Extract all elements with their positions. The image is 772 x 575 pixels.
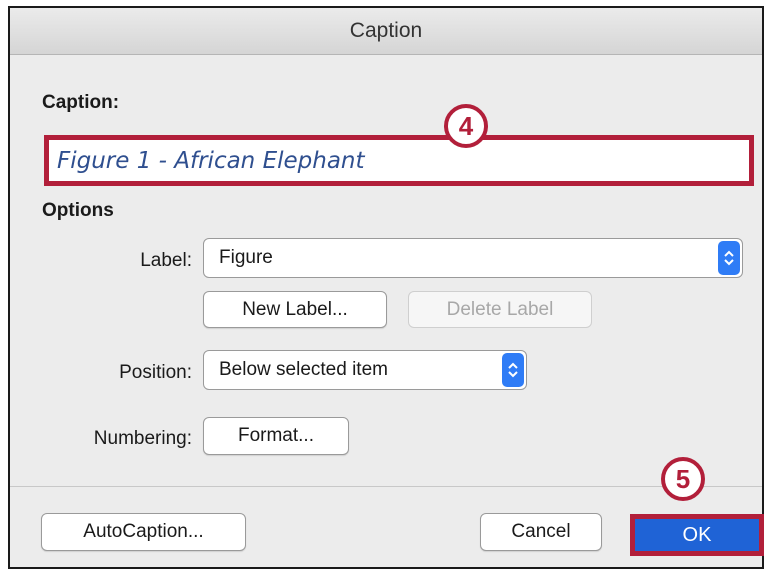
window-title: Caption: [349, 19, 423, 42]
cancel-button[interactable]: Cancel: [480, 513, 602, 551]
label-select[interactable]: Figure: [203, 238, 743, 278]
caption-input[interactable]: Figure 1 - African Elephant: [44, 135, 754, 186]
label-select-value: Figure: [219, 247, 273, 268]
caption-input-text: Figure 1 - African Elephant: [57, 147, 365, 174]
footer-divider: [10, 486, 762, 487]
caption-label: Caption:: [42, 92, 120, 113]
window-titlebar: Caption: [10, 8, 762, 55]
options-heading: Options: [42, 200, 114, 221]
step-5-callout: 5: [661, 457, 705, 501]
position-select[interactable]: Below selected item: [203, 350, 527, 390]
caption-dialog: Caption Caption: Figure 1 - African Elep…: [8, 6, 764, 569]
select-stepper-icon: [502, 353, 524, 387]
select-stepper-icon: [718, 241, 740, 275]
delete-label-button[interactable]: Delete Label: [408, 291, 592, 328]
numbering-field-label: Numbering:: [93, 428, 192, 449]
format-button[interactable]: Format...: [203, 417, 349, 455]
step-4-callout: 4: [444, 104, 488, 148]
label-field-label: Label:: [140, 250, 192, 271]
step-4-number: 4: [458, 110, 474, 141]
position-select-value: Below selected item: [219, 359, 388, 380]
ok-button[interactable]: OK: [630, 514, 764, 556]
autocaption-button[interactable]: AutoCaption...: [41, 513, 246, 551]
position-field-label: Position:: [119, 362, 192, 383]
ok-button-label: OK: [682, 523, 712, 546]
new-label-button[interactable]: New Label...: [203, 291, 387, 328]
step-5-number: 5: [675, 463, 691, 494]
